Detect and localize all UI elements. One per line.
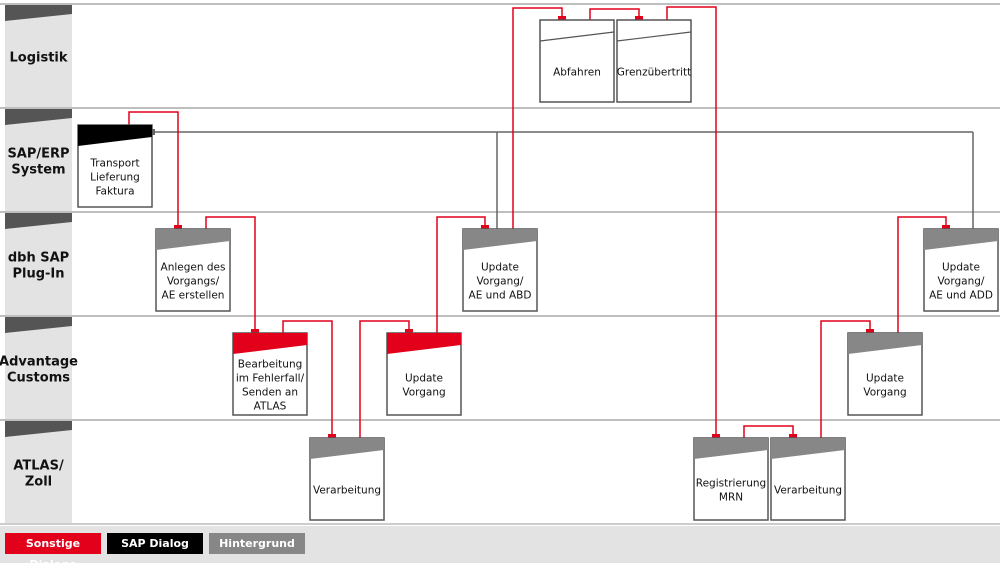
process-box-verarbeitung-1: Verarbeitung — [309, 437, 385, 521]
process-box-frame — [616, 19, 692, 103]
process-box-frame — [539, 19, 615, 103]
process-box-label-line: Bearbeitung — [238, 359, 303, 371]
lane-label-line: Customs — [7, 371, 70, 386]
process-box-label: Verarbeitung — [774, 485, 842, 497]
process-box-label: Grenzübertritt — [617, 67, 692, 79]
process-box-label-line: Vorgang/ — [477, 276, 524, 288]
process-box-label-line: im Fehlerfall/ — [236, 373, 305, 385]
process-box-label-line: Lieferung — [90, 172, 140, 184]
legend-sonstige-dialoge: Sonstige Dialoge — [5, 533, 101, 571]
process-box-label-line: Vorgang — [402, 387, 445, 399]
process-box-update-add: Update Vorgang/AE und ADD — [923, 228, 999, 312]
process-box-label-line: Senden an — [242, 387, 298, 399]
lane-label: dbh SAP Plug-In — [8, 251, 69, 282]
lane-label-line: Advantage — [0, 355, 78, 370]
process-box-label: Transport Lieferung Faktura — [89, 158, 139, 198]
process-box-label-line: Update — [942, 262, 980, 274]
lane-label-line: SAP/ERP — [7, 147, 69, 162]
legend-sap-dialog: SAP Dialog — [107, 533, 203, 554]
process-box-label-line: Transport — [89, 158, 139, 170]
process-box-label: Anlegen des Vorgangs/AE erstellen — [161, 262, 226, 302]
lane-label-line: Plug-In — [12, 267, 64, 282]
lane-label-line: Logistik — [9, 51, 67, 66]
process-box-label-line: Verarbeitung — [313, 485, 381, 497]
swimlane-diagram: Logistik SAP/ERP System dbh SAP Plug-In Advan… — [0, 3, 1000, 525]
process-box-label-line: Update — [866, 373, 904, 385]
process-box-label-line: Vorgang — [863, 387, 906, 399]
process-box-transport: Transport Lieferung Faktura — [77, 124, 153, 208]
process-box-label-line: MRN — [719, 492, 743, 504]
process-box-label-line: AE und ABD — [469, 290, 532, 302]
flow-connector — [743, 425, 794, 438]
process-box-label-line: Grenzübertritt — [617, 67, 692, 79]
process-box-update-abd: Update Vorgang/AE und ABD — [462, 228, 538, 312]
process-box-registrierung: Registrierung MRN — [693, 437, 769, 521]
lane-label-line: ATLAS/ — [13, 459, 64, 474]
process-box-label-line: AE und ADD — [929, 290, 993, 302]
process-box-label-line: Vorgang/ — [938, 276, 985, 288]
process-box-verarbeitung-2: Verarbeitung — [770, 437, 846, 521]
lane-label: SAP/ERP System — [7, 147, 69, 178]
process-box-label-line: ATLAS — [254, 401, 287, 413]
process-box-label-line: Anlegen des — [161, 262, 226, 274]
process-box-label-line: Faktura — [95, 186, 134, 198]
process-box-anlegen: Anlegen des Vorgangs/AE erstellen — [155, 228, 231, 312]
process-box-label-line: Abfahren — [553, 67, 601, 79]
flow-connector — [589, 8, 640, 20]
process-box-label-line: Registrierung — [696, 478, 766, 490]
process-box-label: Verarbeitung — [313, 485, 381, 497]
lane-label-line: System — [11, 163, 65, 178]
process-box-label-line: Verarbeitung — [774, 485, 842, 497]
process-box-grenzuebertritt: Grenzübertritt — [616, 19, 692, 103]
process-box-label-line: Update — [405, 373, 443, 385]
process-box-update-red: Update Vorgang — [386, 332, 462, 416]
process-box-update-gray: Update Vorgang — [847, 332, 923, 416]
process-box-label-line: Vorgangs/ — [167, 276, 220, 288]
lane-label-line: Zoll — [25, 475, 52, 490]
process-box-abfahren: Abfahren — [539, 19, 615, 103]
lane-label-line: dbh SAP — [8, 251, 69, 266]
lane-label: Advantage Customs — [0, 355, 78, 386]
lane-label: Logistik — [9, 51, 67, 66]
process-box-label: Abfahren — [553, 67, 601, 79]
process-box-bearbeitung: Bearbeitung im Fehlerfall/Senden an ATLAS — [232, 332, 308, 416]
process-box-label-line: AE erstellen — [162, 290, 225, 302]
legend-hintergrund: Hintergrund — [209, 533, 305, 554]
process-box-label-line: Update — [481, 262, 519, 274]
